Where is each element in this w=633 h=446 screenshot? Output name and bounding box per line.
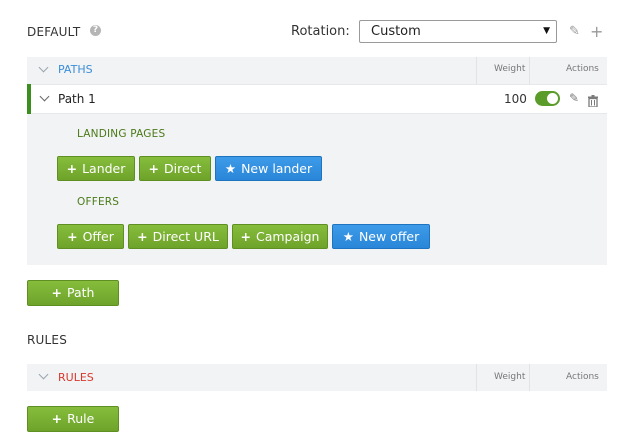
column-divider bbox=[476, 364, 477, 391]
column-divider bbox=[476, 57, 477, 84]
plus-icon[interactable]: + bbox=[590, 22, 603, 41]
column-divider bbox=[529, 364, 530, 391]
add-lander-button[interactable]: + Lander bbox=[57, 156, 135, 181]
path-enabled-toggle[interactable] bbox=[535, 91, 560, 106]
rotation-select[interactable]: Custom ▼ bbox=[359, 20, 557, 43]
help-icon[interactable]: ? bbox=[90, 25, 101, 36]
actions-column-header: Actions bbox=[566, 64, 599, 74]
new-lander-button[interactable]: ★ New lander bbox=[215, 156, 322, 181]
edit-pencil-icon[interactable]: ✎ bbox=[569, 24, 580, 39]
path-weight[interactable]: 100 bbox=[504, 92, 527, 106]
path-active-indicator bbox=[27, 84, 31, 114]
chevron-down-icon: ▼ bbox=[543, 26, 550, 36]
path-name[interactable]: Path 1 bbox=[58, 92, 96, 106]
add-direct-button[interactable]: + Direct bbox=[139, 156, 211, 181]
rules-header-label[interactable]: RULES bbox=[58, 371, 94, 384]
actions-column-header: Actions bbox=[566, 372, 599, 382]
weight-column-header: Weight bbox=[494, 64, 526, 74]
default-section-title: DEFAULT bbox=[27, 25, 81, 39]
column-divider bbox=[529, 57, 530, 84]
edit-pencil-icon[interactable]: ✎ bbox=[569, 91, 579, 105]
add-path-button[interactable]: + Path bbox=[27, 280, 119, 306]
landing-pages-label: LANDING PAGES bbox=[77, 128, 166, 140]
new-offer-button[interactable]: ★ New offer bbox=[332, 224, 430, 249]
rotation-label: Rotation: bbox=[291, 24, 350, 39]
add-rule-button[interactable]: + Rule bbox=[27, 406, 119, 432]
star-icon: ★ bbox=[342, 229, 354, 244]
add-campaign-button[interactable]: + Campaign bbox=[232, 224, 328, 249]
toggle-knob bbox=[547, 93, 558, 104]
star-icon: ★ bbox=[224, 161, 237, 176]
weight-column-header: Weight bbox=[494, 372, 526, 382]
offers-label: OFFERS bbox=[77, 196, 120, 208]
paths-header-label[interactable]: PATHS bbox=[58, 63, 93, 76]
rules-section-title: RULES bbox=[27, 333, 68, 347]
add-direct-url-button[interactable]: + Direct URL bbox=[128, 224, 228, 249]
trash-icon[interactable] bbox=[588, 92, 598, 111]
add-offer-button[interactable]: + Offer bbox=[57, 224, 124, 249]
rotation-select-value: Custom bbox=[371, 24, 421, 39]
